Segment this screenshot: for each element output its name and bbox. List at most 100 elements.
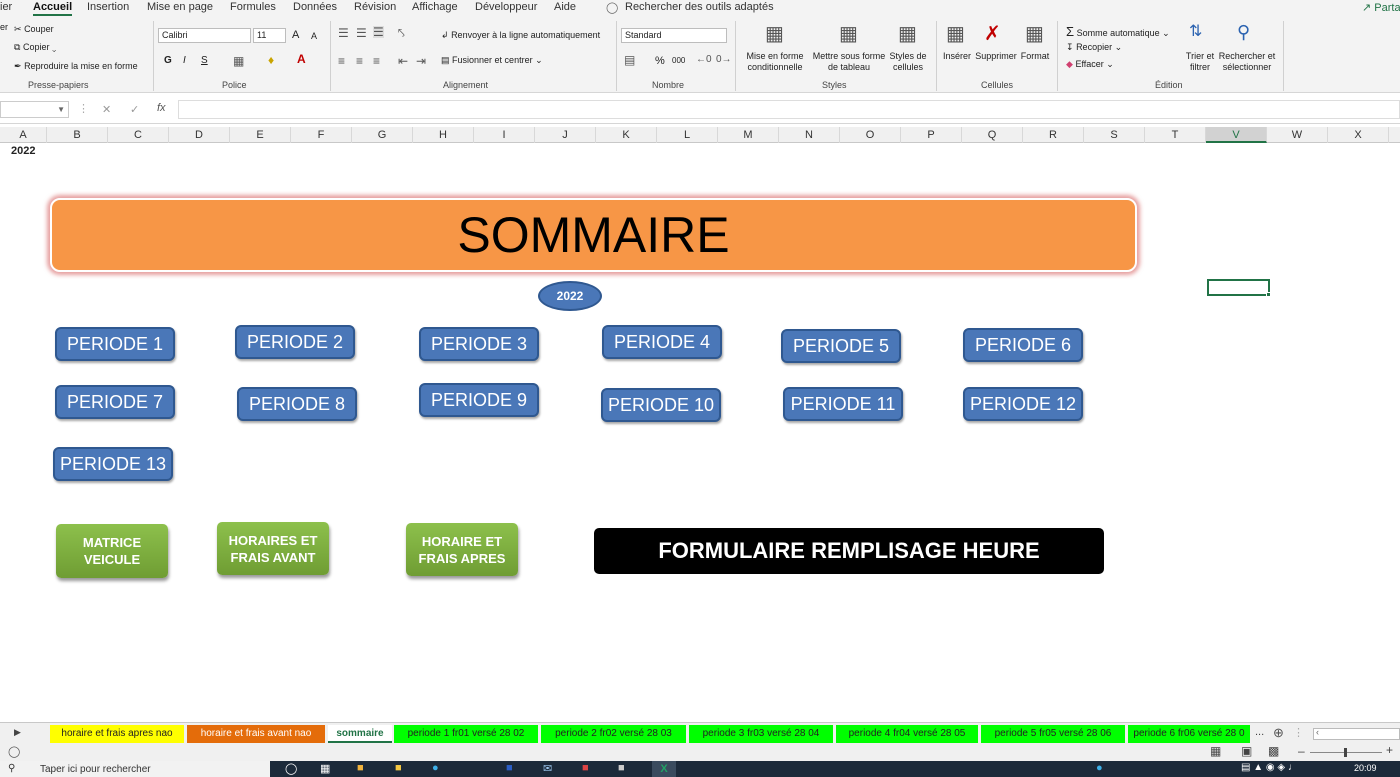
search-tools-input[interactable]: Rechercher des outils adaptés xyxy=(625,1,774,13)
column-header-v[interactable]: V xyxy=(1206,127,1267,143)
font-name-select[interactable]: Calibri xyxy=(158,28,251,43)
periode-9-button[interactable]: PERIODE 9 xyxy=(419,383,539,417)
cell-a1[interactable]: 2022 xyxy=(11,145,35,157)
font-color-icon[interactable]: A xyxy=(297,53,306,65)
tab-fichier[interactable]: ier xyxy=(0,1,12,13)
align-middle-icon[interactable]: ☰ xyxy=(356,27,367,39)
shrink-font-button[interactable]: A xyxy=(311,31,317,41)
normal-view-icon[interactable]: ▦ xyxy=(1210,744,1221,758)
fill-color-icon[interactable]: ♦ xyxy=(268,54,274,66)
column-header-x[interactable]: X xyxy=(1328,127,1389,143)
horaire-frais-apres-button[interactable]: HORAIRE ET FRAIS APRES xyxy=(406,523,518,576)
column-header-q[interactable]: Q xyxy=(962,127,1023,143)
store-icon[interactable]: ■ xyxy=(357,762,364,774)
zoom-out-icon[interactable]: – xyxy=(1298,744,1305,758)
periode-5-button[interactable]: PERIODE 5 xyxy=(781,329,901,363)
sheet-tab[interactable]: periode 2 fr02 versé 28 03 xyxy=(541,725,686,743)
fill-button[interactable]: ↧ Recopier ⌄ xyxy=(1066,42,1122,53)
tab-affichage[interactable]: Affichage xyxy=(412,1,458,13)
column-header-o[interactable]: O xyxy=(840,127,901,143)
tab-accueil[interactable]: Accueil xyxy=(33,1,73,16)
column-header-r[interactable]: R xyxy=(1023,127,1084,143)
periode-1-button[interactable]: PERIODE 1 xyxy=(55,327,175,361)
task-view-icon[interactable]: ▦ xyxy=(320,762,330,775)
column-header-h[interactable]: H xyxy=(413,127,474,143)
name-box[interactable]: ▼ xyxy=(0,101,69,118)
matrice-veicule-button[interactable]: MATRICE VEICULE xyxy=(56,524,168,578)
grow-font-button[interactable]: A xyxy=(292,29,299,41)
column-header-c[interactable]: C xyxy=(108,127,169,143)
column-header-n[interactable]: N xyxy=(779,127,840,143)
insert-cells-button[interactable]: Insérer xyxy=(940,51,974,62)
tab-developpeur[interactable]: Développeur xyxy=(475,1,537,13)
column-header-a[interactable]: A xyxy=(0,127,47,143)
scroll-tabs-right-icon[interactable]: ▶ xyxy=(14,727,21,738)
periode-4-button[interactable]: PERIODE 4 xyxy=(602,325,722,359)
edge-icon[interactable]: ● xyxy=(432,762,439,774)
font-size-select[interactable]: 11 xyxy=(253,28,286,43)
tab-formules[interactable]: Formules xyxy=(230,1,276,13)
confirm-formula-button[interactable]: ✓ xyxy=(130,103,139,116)
zoom-slider[interactable] xyxy=(1310,748,1382,757)
format-cells-button[interactable]: Format xyxy=(1019,51,1051,62)
increase-indent-icon[interactable]: ⇥ xyxy=(416,55,426,67)
format-painter-button[interactable]: ✒ Reproduire la mise en forme xyxy=(14,61,138,72)
periode-10-button[interactable]: PERIODE 10 xyxy=(601,388,721,422)
horizontal-scrollbar[interactable]: ‹ xyxy=(1313,727,1400,740)
sheet-tab[interactable]: periode 4 fr04 versé 28 05 xyxy=(836,725,978,743)
align-top-icon[interactable]: ☰ xyxy=(338,27,349,39)
find-select-button[interactable]: Rechercher et sélectionner xyxy=(1215,51,1279,73)
selected-cell[interactable] xyxy=(1207,279,1271,297)
sheet-tab[interactable]: horaire et frais apres nao xyxy=(50,725,184,743)
periode-11-button[interactable]: PERIODE 11 xyxy=(783,387,903,421)
more-tabs-button[interactable]: ... xyxy=(1255,726,1264,738)
bold-button[interactable]: G xyxy=(164,55,172,66)
column-header-m[interactable]: M xyxy=(718,127,779,143)
increase-decimal-icon[interactable]: ←0 xyxy=(696,54,712,66)
column-header-p[interactable]: P xyxy=(901,127,962,143)
cancel-formula-button[interactable]: ✕ xyxy=(102,103,111,116)
column-header-l[interactable]: L xyxy=(657,127,718,143)
autosum-button[interactable]: Σ Somme automatique ⌄ xyxy=(1066,24,1170,39)
sheet-tab[interactable]: periode 5 fr05 versé 28 06 xyxy=(981,725,1125,743)
merge-center-button[interactable]: ▤ Fusionner et centrer ⌄ xyxy=(441,55,543,66)
conditional-format-button[interactable]: Mise en forme conditionnelle xyxy=(742,51,808,73)
column-header-j[interactable]: J xyxy=(535,127,596,143)
paste-button[interactable]: er xyxy=(0,22,8,32)
tab-donnees[interactable]: Données xyxy=(293,1,337,13)
wrap-text-button[interactable]: ↲ Renvoyer à la ligne automatiquement xyxy=(441,30,600,41)
search-icon[interactable]: ◯ xyxy=(285,762,297,775)
orientation-icon[interactable]: ⤣ xyxy=(398,27,405,39)
decrease-indent-icon[interactable]: ⇤ xyxy=(398,55,408,67)
column-header-e[interactable]: E xyxy=(230,127,291,143)
cell-styles-button[interactable]: Styles de cellules xyxy=(886,51,930,73)
periode-13-button[interactable]: PERIODE 13 xyxy=(53,447,173,481)
format-as-table-button[interactable]: Mettre sous forme de tableau xyxy=(810,51,888,73)
page-layout-icon[interactable]: ▣ xyxy=(1241,744,1252,758)
tab-insertion[interactable]: Insertion xyxy=(87,1,129,13)
column-header-w[interactable]: W xyxy=(1267,127,1328,143)
periode-8-button[interactable]: PERIODE 8 xyxy=(237,387,357,421)
column-header-s[interactable]: S xyxy=(1084,127,1145,143)
sheet-tab[interactable]: sommaire xyxy=(328,725,392,743)
align-center-icon[interactable]: ≡ xyxy=(356,55,363,67)
sort-filter-button[interactable]: Trier et filtrer xyxy=(1180,51,1220,73)
periode-3-button[interactable]: PERIODE 3 xyxy=(419,327,539,361)
horaires-frais-avant-button[interactable]: HORAIRES ET FRAIS AVANT xyxy=(217,522,329,575)
clear-button[interactable]: ◆ Effacer ⌄ xyxy=(1066,59,1114,70)
mail-icon[interactable]: ✉ xyxy=(543,762,552,775)
excel-icon[interactable]: X xyxy=(652,761,676,777)
periode-12-button[interactable]: PERIODE 12 xyxy=(963,387,1083,421)
tray-icons[interactable]: ▤ ▲ ◉ ◈ ♩ xyxy=(1241,762,1298,773)
page-break-icon[interactable]: ▩ xyxy=(1268,744,1279,758)
tab-mise-en-page[interactable]: Mise en page xyxy=(147,1,213,13)
column-header-b[interactable]: B xyxy=(47,127,108,143)
decrease-decimal-icon[interactable]: 0→ xyxy=(716,54,732,66)
add-sheet-icon[interactable]: ⊕ xyxy=(1273,725,1284,741)
column-header-i[interactable]: I xyxy=(474,127,535,143)
thousands-button[interactable]: 000 xyxy=(672,56,685,65)
column-header-k[interactable]: K xyxy=(596,127,657,143)
tab-revision[interactable]: Révision xyxy=(354,1,396,13)
periode-7-button[interactable]: PERIODE 7 xyxy=(55,385,175,419)
number-format-select[interactable]: Standard xyxy=(621,28,727,43)
